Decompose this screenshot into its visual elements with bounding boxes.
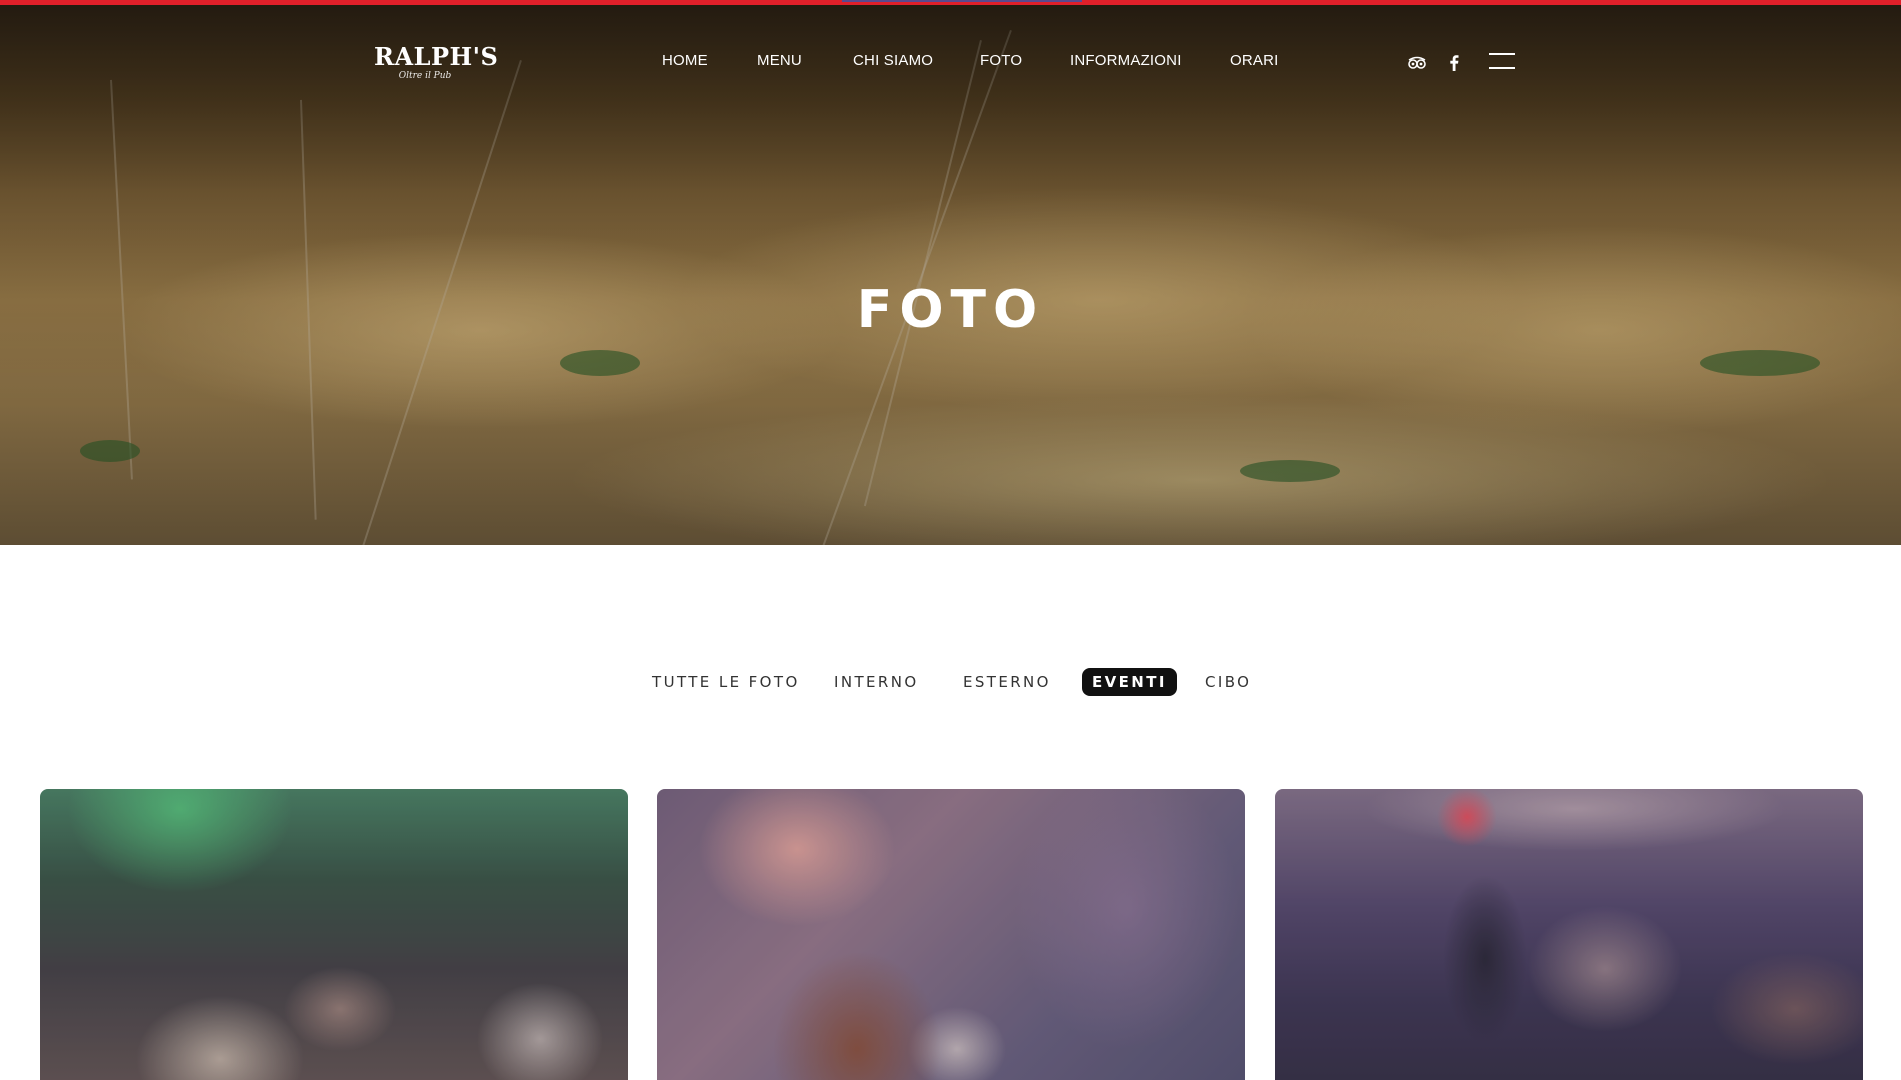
logo-tagline: Oltre il Pub (398, 71, 452, 81)
filter-esterno[interactable]: ESTERNO (963, 668, 1051, 696)
nav-informazioni[interactable]: INFORMAZIONI (1070, 52, 1182, 69)
top-accent-bar (0, 0, 1901, 5)
nav-orari[interactable]: ORARI (1230, 52, 1279, 69)
gallery-photo-whiskey[interactable] (657, 789, 1245, 1080)
tripadvisor-icon[interactable] (1406, 52, 1428, 74)
burger-line (1489, 53, 1515, 55)
filter-cibo[interactable]: CIBO (1205, 668, 1251, 696)
ralphs-logo[interactable]: RALPH'S Oltre il Pub (374, 42, 499, 88)
filter-interno[interactable]: INTERNO (834, 668, 919, 696)
filter-tutte-le-foto[interactable]: TUTTE LE FOTO (652, 668, 800, 696)
page-loader-bar (842, 0, 1082, 2)
hamburger-menu-icon[interactable] (1489, 53, 1517, 71)
gallery-photo-crowd[interactable] (40, 789, 628, 1080)
facebook-icon[interactable] (1443, 52, 1465, 74)
gallery-photo-dj[interactable] (1275, 789, 1863, 1080)
photo-overlay (657, 789, 1245, 1080)
logo-name: RALPH'S (374, 42, 499, 71)
nav-foto[interactable]: FOTO (980, 52, 1022, 69)
photo-overlay (40, 789, 628, 1080)
nav-chi-siamo[interactable]: CHI SIAMO (853, 52, 933, 69)
nav-home[interactable]: HOME (662, 52, 708, 69)
filter-eventi-active[interactable]: EVENTI (1082, 668, 1177, 696)
gallery-filters: TUTTE LE FOTO INTERNO ESTERNO EVENTI CIB… (0, 668, 1901, 698)
nav-menu[interactable]: MENU (757, 52, 802, 69)
site-header: RALPH'S Oltre il Pub HOME MENU CHI SIAMO… (0, 0, 1901, 120)
photo-overlay (1275, 789, 1863, 1080)
page-title: FOTO (856, 280, 1045, 340)
burger-line (1489, 67, 1515, 69)
